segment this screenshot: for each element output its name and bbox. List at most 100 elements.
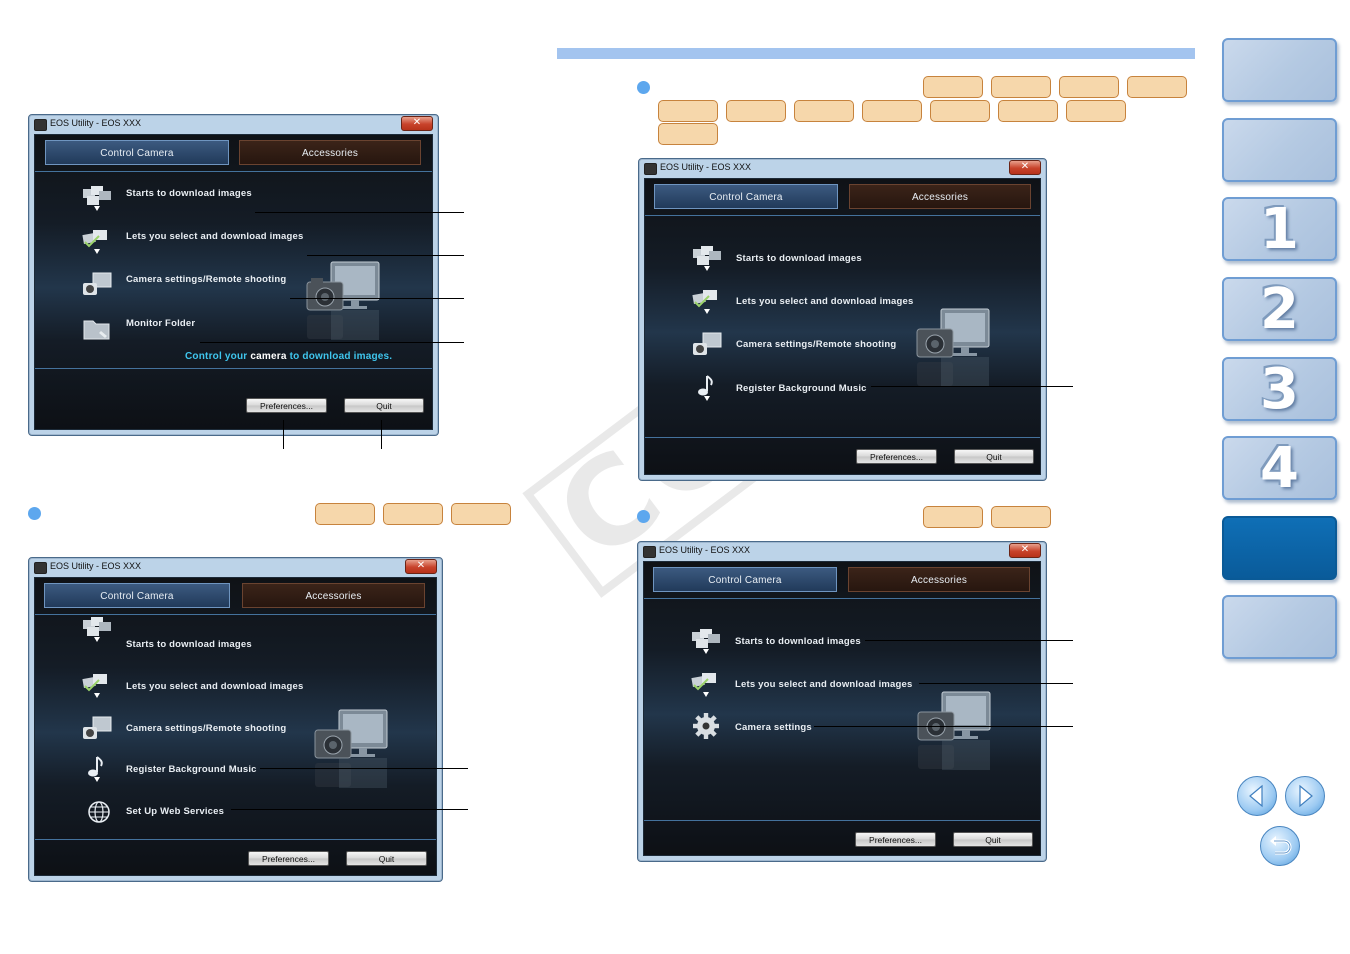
camera-monitor-icon	[693, 332, 722, 355]
preferences-button[interactable]: Preferences...	[246, 398, 327, 413]
window-body: Control Camera Accessories Starts to dow…	[643, 561, 1041, 856]
return-arrow-icon	[1270, 836, 1292, 855]
menu-item-label: Starts to download images	[735, 636, 861, 647]
tab-control-camera[interactable]: Control Camera	[45, 140, 229, 165]
tab-control-camera[interactable]: Control Camera	[44, 583, 230, 608]
window-body: Control Camera Accessories Starts to dow…	[34, 134, 433, 430]
left-arrow-icon	[1249, 784, 1263, 808]
camera-app-icon	[644, 163, 657, 175]
camera-app-icon	[34, 119, 47, 131]
download-images-icon	[83, 617, 111, 642]
divider	[644, 598, 1040, 599]
right-arrow-icon	[1299, 784, 1313, 808]
menu-item-label: Register Background Music	[126, 764, 257, 775]
bullet-icon	[28, 507, 41, 520]
menu-item-label: Camera settings/Remote shooting	[126, 274, 287, 285]
divider	[35, 614, 436, 615]
download-images-icon	[83, 186, 111, 211]
tab-accessories[interactable]: Accessories	[242, 583, 425, 608]
window-title: EOS Utility - EOS XXX	[50, 561, 142, 571]
title-bar: EOS Utility - EOS XXX ✕	[29, 558, 442, 576]
return-button[interactable]	[1260, 826, 1300, 866]
bullet-icon	[637, 81, 650, 94]
previous-page-button[interactable]	[1237, 776, 1277, 816]
window-title: EOS Utility - EOS XXX	[660, 162, 752, 172]
preferences-button[interactable]: Preferences...	[248, 851, 329, 866]
menu-item-label: Lets you select and download images	[126, 681, 304, 692]
menu-item-label: Lets you select and download images	[735, 679, 913, 690]
title-bar: EOS Utility - EOS XXX ✕	[639, 159, 1046, 177]
camera-monitor-icon	[83, 716, 112, 739]
music-note-icon	[698, 375, 713, 401]
bullet-icon	[637, 510, 650, 523]
close-button[interactable]: ✕	[1009, 543, 1041, 558]
camera-with-monitor-icon	[916, 308, 990, 387]
quit-button[interactable]: Quit	[346, 851, 427, 866]
divider	[35, 368, 432, 369]
select-download-icon	[82, 230, 107, 254]
menu-item-label: Lets you select and download images	[736, 296, 914, 307]
menu-item-label: Set Up Web Services	[126, 806, 225, 817]
divider	[35, 171, 432, 172]
quit-button[interactable]: Quit	[954, 449, 1034, 464]
menu-item-label: Register Background Music	[736, 383, 867, 394]
menu-item-label: Starts to download images	[736, 253, 862, 264]
nav-button-chapter-2[interactable]: 2	[1222, 277, 1337, 342]
preferences-button[interactable]: Preferences...	[856, 449, 937, 464]
globe-icon	[88, 801, 110, 823]
nav-button-current-section[interactable]	[1222, 516, 1337, 580]
tab-accessories[interactable]: Accessories	[848, 567, 1030, 592]
select-download-icon	[82, 674, 107, 698]
chapter-number: 3	[1260, 357, 1299, 422]
menu-item-label: Lets you select and download images	[126, 231, 304, 242]
title-bar: EOS Utility - EOS XXX ✕	[638, 542, 1046, 560]
menu-item-label: Starts to download images	[126, 188, 252, 199]
camera-with-monitor-icon	[306, 261, 380, 340]
window-body: Control Camera Accessories Starts to dow…	[34, 577, 437, 876]
nav-button-contents[interactable]	[1222, 118, 1337, 182]
nav-button-chapter-4[interactable]: 4	[1222, 436, 1337, 501]
preferences-button[interactable]: Preferences...	[855, 832, 936, 847]
title-bar: EOS Utility - EOS XXX ✕	[29, 115, 438, 133]
tab-control-camera[interactable]: Control Camera	[654, 184, 838, 209]
menu-item-label: Camera settings/Remote shooting	[736, 339, 897, 350]
next-page-button[interactable]	[1285, 776, 1325, 816]
section-header-bar	[557, 48, 1195, 59]
control-camera-message: Control your camera to download images.	[185, 351, 393, 362]
quit-button[interactable]: Quit	[344, 398, 424, 413]
menu-item-label: Camera settings/Remote shooting	[126, 723, 287, 734]
eos-utility-window-1: EOS Utility - EOS XXX ✕ Control Camera A…	[28, 114, 439, 436]
window-title: EOS Utility - EOS XXX	[659, 545, 751, 555]
tab-accessories[interactable]: Accessories	[239, 140, 421, 165]
divider	[645, 215, 1040, 216]
menu-item-label: Starts to download images	[126, 639, 252, 650]
camera-app-icon	[34, 562, 47, 574]
nav-button-chapter-1[interactable]: 1	[1222, 197, 1337, 262]
eos-utility-window-4: EOS Utility - EOS XXX ✕ Control Camera A…	[637, 541, 1047, 862]
select-download-icon	[691, 673, 716, 697]
chapter-number: 4	[1260, 436, 1299, 501]
close-button[interactable]: ✕	[401, 116, 433, 131]
close-button[interactable]: ✕	[405, 559, 437, 574]
download-images-icon	[692, 629, 720, 654]
music-note-icon	[88, 756, 103, 782]
camera-monitor-icon	[83, 272, 112, 295]
nav-button-chapter-3[interactable]: 3	[1222, 357, 1337, 422]
tab-accessories[interactable]: Accessories	[849, 184, 1031, 209]
gear-icon	[693, 713, 719, 739]
window-body: Control Camera Accessories Starts to dow…	[644, 178, 1041, 475]
divider	[35, 839, 436, 840]
menu-item-label: Camera settings	[735, 722, 812, 733]
close-button[interactable]: ✕	[1009, 160, 1041, 175]
eos-utility-window-2: EOS Utility - EOS XXX ✕ Control Camera A…	[28, 557, 443, 882]
monitor-folder-icon	[83, 320, 110, 340]
camera-app-icon	[643, 546, 656, 558]
divider	[645, 437, 1040, 438]
tab-control-camera[interactable]: Control Camera	[653, 567, 837, 592]
menu-item-label: Monitor Folder	[126, 318, 196, 329]
select-download-icon	[692, 290, 717, 314]
quit-button[interactable]: Quit	[953, 832, 1033, 847]
camera-with-monitor-icon	[314, 709, 388, 788]
nav-button-index[interactable]	[1222, 595, 1337, 659]
nav-button-top[interactable]	[1222, 38, 1337, 102]
